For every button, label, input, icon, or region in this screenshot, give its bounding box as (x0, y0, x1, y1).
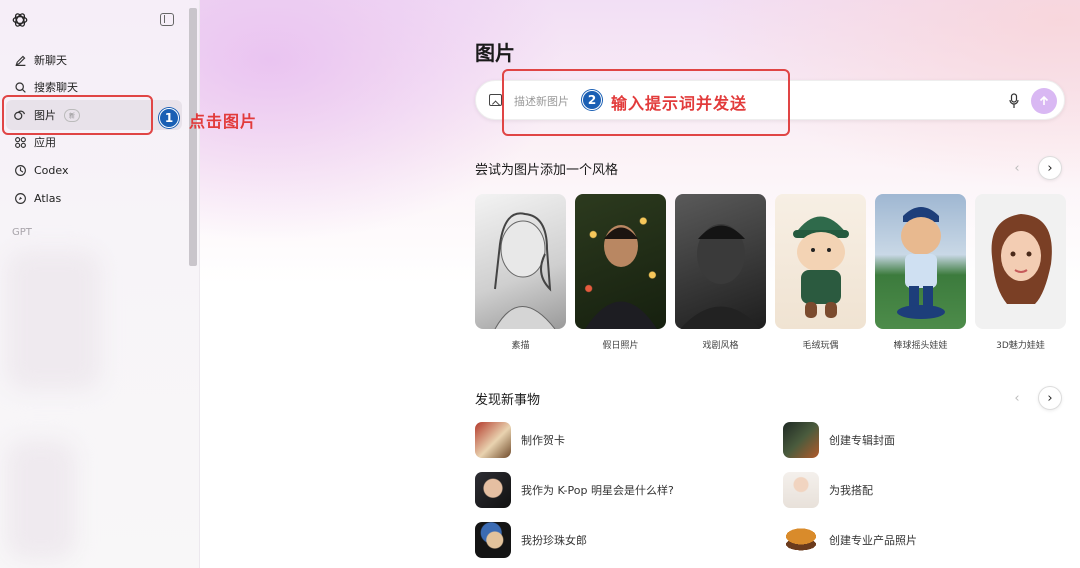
sidebar-toggle-icon[interactable] (160, 13, 174, 26)
discover-label: 我作为 K-Pop 明星会是什么样? (521, 484, 674, 497)
image-upload-icon[interactable] (489, 94, 502, 106)
sidebar-item-label: Codex (34, 163, 69, 177)
style-card-bobblehead[interactable]: 棒球摇头娃娃 (875, 194, 966, 351)
style-label: 假日照片 (602, 341, 639, 351)
discover-thumbnail (783, 422, 819, 458)
discover-thumbnail (475, 472, 511, 508)
style-label: 棒球摇头娃娃 (893, 341, 948, 351)
style-card-sketch[interactable]: 素描 (475, 194, 566, 351)
style-thumbnail (775, 194, 866, 329)
style-card-dramatic[interactable]: 戏剧风格 (675, 194, 766, 351)
discover-item-greeting-card[interactable]: 制作贺卡 (475, 422, 565, 458)
styles-section-title: 尝试为图片添加一个风格 (475, 163, 619, 178)
discover-item-album-cover[interactable]: 创建专辑封面 (783, 422, 895, 458)
annotation-text-step-1: 点击图片 (189, 112, 258, 131)
edit-icon (13, 53, 27, 67)
style-thumbnail (875, 194, 966, 329)
sidebar-item-label: 新聊天 (34, 54, 67, 67)
discover-item-outfit[interactable]: 为我搭配 (783, 472, 873, 508)
send-button[interactable] (1031, 88, 1057, 114)
discover-item-product-photo[interactable]: 创建专业产品照片 (783, 522, 917, 558)
openai-logo-icon[interactable] (11, 11, 29, 29)
style-label: 毛绒玩偶 (802, 341, 839, 351)
sidebar-item-new-chat[interactable]: 新聊天 (6, 47, 182, 73)
style-label: 3D魅力娃娃 (996, 341, 1045, 351)
discover-label: 为我搭配 (829, 484, 873, 497)
style-card-3d-doll[interactable]: 3D魅力娃娃 (975, 194, 1066, 351)
style-card-plush-toy[interactable]: 毛绒玩偶 (775, 194, 866, 351)
blurred-gpt-list (6, 250, 101, 390)
style-thumbnail (975, 194, 1066, 329)
apps-icon (13, 135, 27, 149)
discover-thumbnail (783, 472, 819, 508)
annotation-step-2: 2 (582, 90, 602, 110)
discover-label: 创建专业产品照片 (829, 534, 917, 547)
sidebar-item-atlas[interactable]: Atlas (6, 185, 182, 211)
discover-prev-button[interactable]: ‹ (1005, 386, 1029, 410)
discover-label: 创建专辑封面 (829, 434, 895, 447)
style-label: 戏剧风格 (702, 341, 739, 351)
discover-label: 我扮珍珠女郎 (521, 534, 587, 547)
style-label: 素描 (511, 341, 530, 351)
blurred-gpt-list-lower (6, 440, 76, 560)
annotation-text-step-2: 输入提示词并发送 (611, 94, 748, 113)
discover-thumbnail (475, 522, 511, 558)
discover-thumbnail (475, 422, 511, 458)
microphone-icon[interactable] (1009, 93, 1019, 109)
arrow-up-icon (1039, 95, 1049, 105)
style-thumbnail (675, 194, 766, 329)
search-icon (13, 80, 27, 94)
atlas-icon (13, 191, 27, 205)
sidebar-item-codex[interactable]: Codex (6, 157, 182, 183)
styles-prev-button[interactable]: ‹ (1005, 156, 1029, 180)
annotation-box-images (2, 95, 153, 135)
discover-label: 制作贺卡 (521, 434, 565, 447)
discover-next-button[interactable]: › (1038, 386, 1062, 410)
style-card-holiday-photo[interactable]: 假日照片 (575, 194, 666, 351)
discover-item-pearl-earring[interactable]: 我扮珍珠女郎 (475, 522, 587, 558)
sidebar-item-label: 搜索聊天 (34, 81, 78, 94)
style-thumbnail (575, 194, 666, 329)
sidebar-item-label: Atlas (34, 191, 62, 205)
page-title: 图片 (475, 41, 515, 65)
sidebar-scrollbar[interactable] (189, 8, 197, 266)
discover-thumbnail (783, 522, 819, 558)
sidebar-item-label: 应用 (34, 136, 56, 149)
codex-icon (13, 163, 27, 177)
style-thumbnail (475, 194, 566, 329)
sidebar: 新聊天 搜索聊天 图片 新 应用 Codex Atlas GPT (0, 0, 200, 568)
discover-section-title: 发现新事物 (475, 393, 541, 408)
gpt-section-label: GPT (12, 227, 32, 238)
discover-item-kpop-star[interactable]: 我作为 K-Pop 明星会是什么样? (475, 472, 674, 508)
styles-next-button[interactable]: › (1038, 156, 1062, 180)
annotation-step-1: 1 (159, 108, 179, 128)
